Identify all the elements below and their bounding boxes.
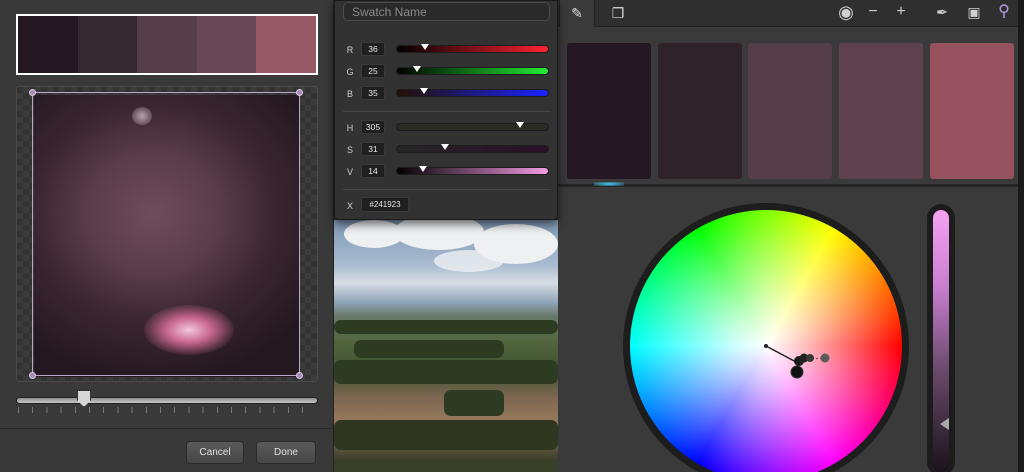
eyedropper-icon[interactable]: ✒ bbox=[930, 0, 954, 26]
saturation-label: S bbox=[346, 145, 353, 155]
crop-handle-bottom-left[interactable] bbox=[29, 372, 36, 379]
minus-icon[interactable]: − bbox=[861, 0, 885, 26]
red-value[interactable]: 36 bbox=[361, 42, 385, 56]
crop-handle-top-right[interactable] bbox=[296, 89, 303, 96]
color-marker-5[interactable] bbox=[820, 353, 830, 363]
base-color-marker[interactable] bbox=[790, 365, 804, 379]
image-picker-panel: Cancel Done bbox=[0, 0, 334, 472]
hex-value[interactable]: #241923 bbox=[361, 197, 409, 212]
value-slider-thumb[interactable] bbox=[419, 166, 427, 172]
saturation-slider-thumb[interactable] bbox=[441, 144, 449, 150]
palette-swatch-1[interactable] bbox=[18, 16, 78, 73]
theme-swatch-1[interactable] bbox=[567, 43, 651, 179]
marker-line bbox=[765, 345, 799, 364]
camera-icon[interactable]: ▣ bbox=[962, 0, 986, 26]
theme-swatches bbox=[558, 37, 1024, 185]
window-edge bbox=[1018, 0, 1024, 472]
slider-ticks bbox=[18, 407, 316, 413]
theme-swatch-4[interactable] bbox=[839, 43, 923, 179]
cloud bbox=[394, 220, 484, 250]
cancel-button[interactable]: Cancel bbox=[186, 441, 244, 464]
selected-swatch-indicator bbox=[594, 182, 624, 186]
theme-swatch-2[interactable] bbox=[658, 43, 742, 179]
hue-value[interactable]: 305 bbox=[361, 120, 385, 134]
value-label: V bbox=[346, 167, 353, 177]
crop-selection[interactable] bbox=[29, 89, 303, 379]
blue-slider[interactable] bbox=[396, 88, 549, 97]
hue-slider[interactable] bbox=[396, 122, 549, 131]
green-value[interactable]: 25 bbox=[361, 64, 385, 78]
red-label: R bbox=[346, 45, 354, 55]
saturation-slider[interactable] bbox=[396, 144, 549, 153]
plus-icon[interactable]: + bbox=[889, 0, 913, 26]
landscape-photo bbox=[334, 220, 558, 472]
wheel-center bbox=[764, 344, 768, 348]
palette-swatch-2[interactable] bbox=[77, 16, 138, 73]
extracted-palette bbox=[16, 14, 318, 75]
eye-icon[interactable]: ◉ bbox=[834, 0, 858, 26]
wheel-markers bbox=[764, 344, 830, 379]
blue-label: B bbox=[346, 89, 353, 99]
theme-swatch-5[interactable] bbox=[930, 43, 1014, 179]
hue-label: H bbox=[346, 123, 354, 133]
palette-swatch-3[interactable] bbox=[137, 16, 197, 73]
sample-size-slider-thumb[interactable] bbox=[77, 390, 91, 407]
swatch-divider bbox=[558, 184, 1024, 187]
color-theme-panel: ✎ ❐ ◉ − + ✒ ▣ ⚲ bbox=[558, 0, 1024, 472]
crop-handle-bottom-right[interactable] bbox=[296, 372, 303, 379]
magnifier-icon[interactable]: ⚲ bbox=[992, 0, 1016, 26]
tree-line bbox=[334, 360, 558, 384]
green-slider-thumb[interactable] bbox=[413, 66, 421, 72]
palette-swatch-5[interactable] bbox=[256, 16, 316, 73]
brightness-gradient bbox=[933, 210, 949, 472]
layers-icon[interactable]: ❐ bbox=[600, 0, 636, 27]
tree-line bbox=[334, 320, 558, 334]
green-label: G bbox=[346, 67, 354, 77]
green-slider[interactable] bbox=[396, 66, 549, 75]
tree-line bbox=[334, 420, 558, 450]
separator bbox=[343, 189, 551, 190]
swatch-editor-popover: R 36 G 25 B 35 H 305 S 31 V 14 bbox=[334, 0, 558, 220]
red-slider-thumb[interactable] bbox=[421, 44, 429, 50]
toolbar: ✎ ❐ ◉ − + ✒ ▣ ⚲ bbox=[558, 0, 1024, 27]
blue-value[interactable]: 35 bbox=[361, 86, 385, 100]
hue-slider-thumb[interactable] bbox=[516, 122, 524, 128]
brightness-slider-thumb[interactable] bbox=[940, 418, 949, 430]
tree-line bbox=[354, 340, 504, 358]
saturation-value[interactable]: 31 bbox=[361, 142, 385, 156]
swatch-name-input[interactable] bbox=[343, 2, 550, 21]
theme-swatch-3[interactable] bbox=[748, 43, 832, 179]
value-value[interactable]: 14 bbox=[361, 164, 385, 178]
red-slider[interactable] bbox=[396, 44, 549, 53]
palette-swatch-4[interactable] bbox=[196, 16, 257, 73]
value-slider[interactable] bbox=[396, 166, 549, 175]
pencil-icon[interactable]: ✎ bbox=[559, 0, 595, 27]
divider bbox=[0, 428, 334, 429]
crop-handle-top-left[interactable] bbox=[29, 89, 36, 96]
separator bbox=[343, 111, 551, 112]
brightness-slider[interactable] bbox=[927, 204, 955, 472]
hex-label: X bbox=[346, 201, 353, 211]
done-button[interactable]: Done bbox=[256, 441, 316, 464]
tree-cluster bbox=[444, 390, 504, 416]
sample-size-slider[interactable] bbox=[16, 397, 318, 404]
color-marker-4[interactable] bbox=[806, 354, 814, 362]
cloud bbox=[434, 250, 504, 272]
blue-slider-thumb[interactable] bbox=[420, 88, 428, 94]
